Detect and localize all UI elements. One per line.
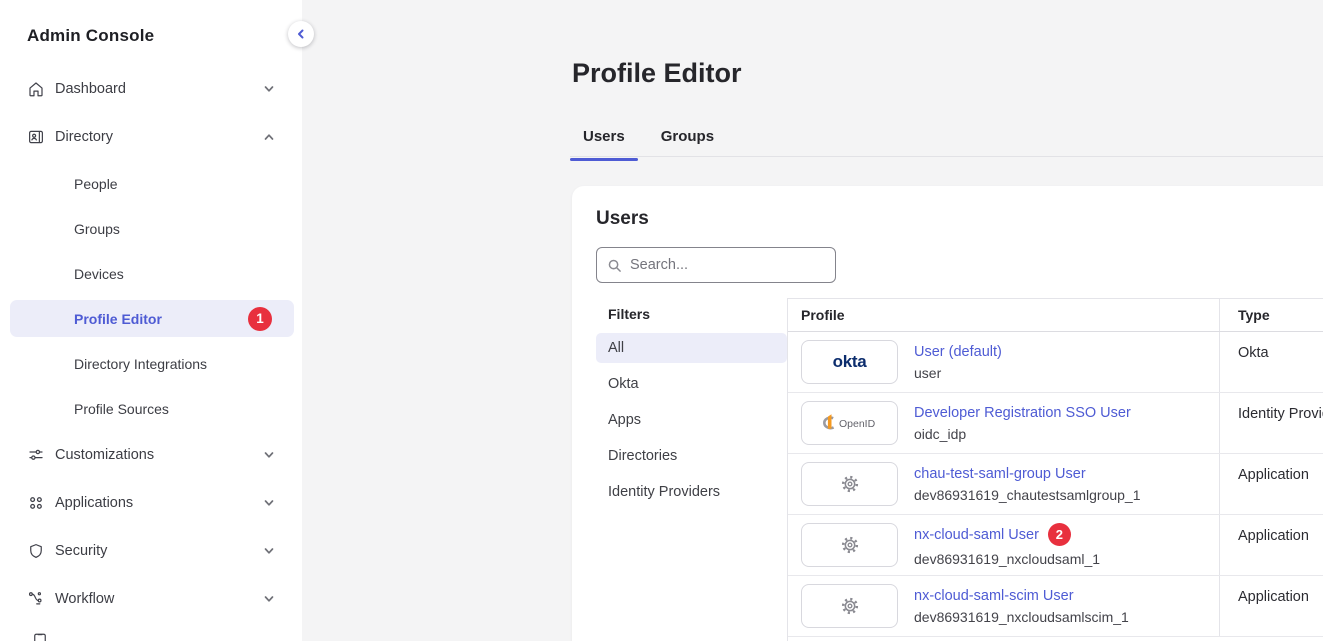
search-box[interactable] [596,247,836,283]
profile-link[interactable]: Developer Registration SSO User [914,405,1131,421]
sidebar-item-label: Profile Editor [74,311,162,327]
profile-type: Application [1219,454,1323,514]
sidebar-item-directory-integrations[interactable]: Directory Integrations [0,341,302,386]
workflow-icon [27,590,45,608]
chevron-down-icon [263,449,275,461]
filter-identity-providers[interactable]: Identity Providers [596,474,787,510]
panel-title: Users [572,186,1323,230]
sidebar-item-label: Directory [55,129,113,145]
sidebar-item-label: Directory Integrations [74,356,207,372]
table-row: okta User (default) user Okta [788,332,1323,393]
sidebar-item-groups[interactable]: Groups [0,206,302,251]
table-header: Profile Type [788,299,1323,332]
sidebar-item-label: Groups [74,221,120,237]
sidebar-item-security[interactable]: Security [0,527,302,575]
main-content: Profile Editor Users Groups Users Filter… [302,0,1323,641]
app-title: Admin Console [0,0,302,46]
profile-id: dev86931619_nxcloudsamlscim_1 [914,609,1129,625]
table-row: chau-test-saml-group User dev86931619_ch… [788,454,1323,515]
profile-id: dev86931619_nxcloudsaml_1 [914,551,1100,567]
filters-panel: Filters All Okta Apps Directories Identi… [572,298,787,641]
sidebar-nav: Dashboard Directory People Groups Device… [0,65,302,623]
shield-icon [27,542,45,560]
profile-link[interactable]: nx-cloud-saml-scim User [914,588,1074,604]
search-input[interactable] [630,257,835,273]
gear-icon [801,462,898,506]
sidebar-collapse-button[interactable] [288,21,314,47]
grid-dots-icon [27,494,45,512]
sidebar-item-directory[interactable]: Directory [0,113,302,161]
chevron-down-icon [263,593,275,605]
sidebar-item-label: Customizations [55,447,154,463]
reports-icon [31,632,49,641]
column-header-type: Type [1219,299,1323,331]
gear-icon [801,523,898,567]
search-icon [607,258,622,273]
chevron-up-icon [263,131,275,143]
profile-type: Application [1219,515,1323,575]
profile-type: Identity Provider [1219,393,1323,453]
chevron-down-icon [263,497,275,509]
annotation-badge-1: 1 [248,307,272,331]
profile-link[interactable]: chau-test-saml-group User [914,466,1086,482]
tab-groups[interactable]: Groups [648,128,727,159]
profile-link[interactable]: nx-cloud-saml User [914,527,1039,543]
chevron-left-icon [295,28,307,40]
table-row: nx-cloud-saml-scim User dev86931619_nxcl… [788,576,1323,637]
chevron-down-icon [263,545,275,557]
sidebar-item-applications[interactable]: Applications [0,479,302,527]
gear-icon [801,584,898,628]
svg-text:OpenID: OpenID [839,418,876,430]
id-badge-icon [27,128,45,146]
table-row: OpenID Developer Registration SSO User o… [788,393,1323,454]
sidebar-item-label: Profile Sources [74,401,169,417]
home-icon [27,80,45,98]
sidebar-item-label: Workflow [55,591,114,607]
profile-id: oidc_idp [914,426,1131,442]
sidebar-item-profile-sources[interactable]: Profile Sources [0,386,302,431]
tab-users[interactable]: Users [570,128,638,159]
filter-apps[interactable]: Apps [596,402,787,438]
filter-all[interactable]: All [596,333,787,363]
sidebar-item-label: Dashboard [55,81,126,97]
table-row: nx-cloud-saml User 2 dev86931619_nxcloud… [788,515,1323,576]
profile-link[interactable]: User (default) [914,344,1002,360]
sidebar-item-workflow[interactable]: Workflow [0,575,302,623]
sidebar-item-dashboard[interactable]: Dashboard [0,65,302,113]
okta-logo: okta [801,340,898,384]
profile-type: Application [1219,576,1323,636]
profile-id: dev86931619_chautestsamlgroup_1 [914,487,1141,503]
users-panel: Users Filters All Okta Apps Directories … [572,186,1323,641]
sidebar-item-customizations[interactable]: Customizations [0,431,302,479]
chevron-down-icon [263,83,275,95]
annotation-badge-2: 2 [1048,523,1071,546]
filter-directories[interactable]: Directories [596,438,787,474]
sidebar: Admin Console Dashboard Directory [0,0,302,641]
sidebar-item-label: Applications [55,495,133,511]
sidebar-item-label: Devices [74,266,124,282]
sidebar-item-label: Security [55,543,107,559]
sidebar-item-label: People [74,176,118,192]
tab-bar: Users Groups [570,128,727,159]
tab-divider [570,156,1323,157]
openid-logo: OpenID [801,401,898,445]
filters-title: Filters [596,298,787,330]
sidebar-item-profile-editor[interactable]: Profile Editor 1 [10,300,294,337]
sidebar-item-people[interactable]: People [0,161,302,206]
sliders-icon [27,446,45,464]
sidebar-item-devices[interactable]: Devices [0,251,302,296]
profile-type: Okta [1219,332,1323,392]
column-header-profile: Profile [788,299,1219,331]
page-title: Profile Editor [572,58,742,89]
profiles-table: Profile Type okta User (default) user [787,298,1323,641]
filter-okta[interactable]: Okta [596,366,787,402]
profile-id: user [914,365,1002,381]
